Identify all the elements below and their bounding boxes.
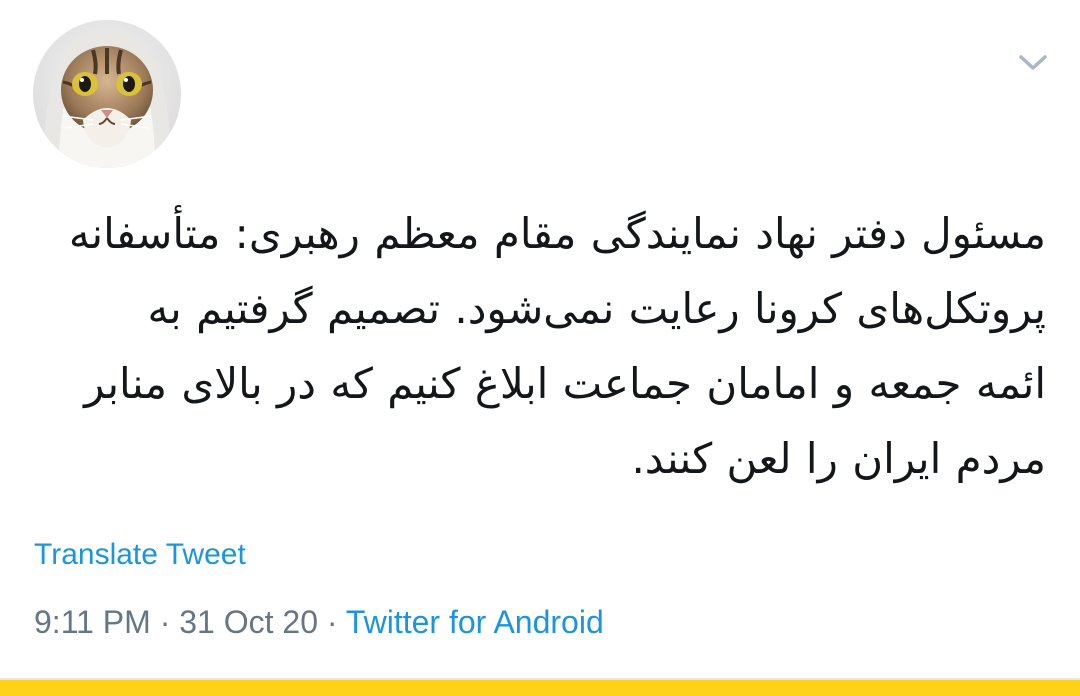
tweet-text-line: مسئول دفتر نهاد نمایندگی مقام معظم رهبری… bbox=[68, 209, 1046, 258]
tweet-text-line: ائمه جمعه و امامان جماعت ابلاغ کنیم که د… bbox=[84, 359, 1046, 408]
meta-separator: · bbox=[159, 604, 171, 640]
chevron-down-icon bbox=[1019, 55, 1047, 70]
meta-separator: · bbox=[326, 604, 338, 640]
tweet-text-line: پروتکل‌های کرونا رعایت نمی‌شود. تصمیم گر… bbox=[147, 284, 1046, 333]
tweet-card: مسئول دفتر نهاد نمایندگی مقام معظم رهبری… bbox=[0, 0, 1080, 696]
tweet-date: 31 Oct 20 bbox=[179, 604, 318, 640]
tweet-source-link[interactable]: Twitter for Android bbox=[346, 604, 604, 640]
avatar[interactable] bbox=[33, 20, 181, 168]
bottom-band bbox=[0, 680, 1080, 696]
translate-tweet-link[interactable]: Translate Tweet bbox=[34, 538, 246, 572]
tweet-text-line: مردم ایران را لعن کنند. bbox=[631, 434, 1046, 483]
tweet-menu-button[interactable] bbox=[1014, 46, 1052, 80]
cat-avatar-icon bbox=[33, 20, 181, 168]
tweet-text: مسئول دفتر نهاد نمایندگی مقام معظم رهبری… bbox=[30, 196, 1046, 496]
tweet-metadata: 9:11 PM · 31 Oct 20 · Twitter for Androi… bbox=[34, 604, 604, 641]
tweet-time: 9:11 PM bbox=[34, 604, 151, 640]
